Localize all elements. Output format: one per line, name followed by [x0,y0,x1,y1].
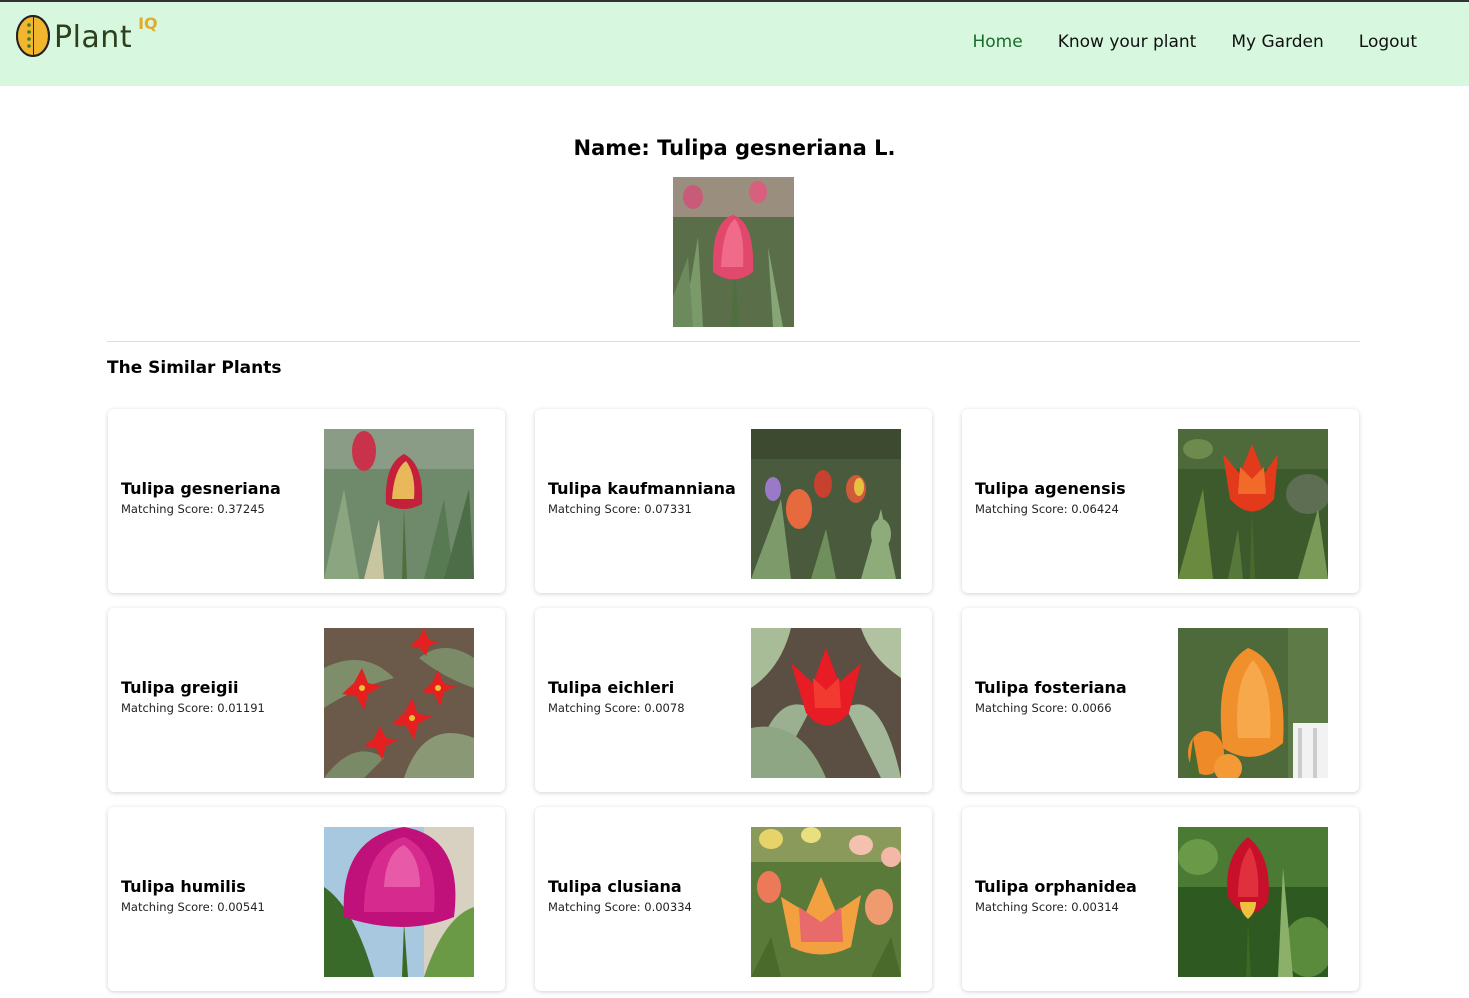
leaf-logo-icon [16,15,50,57]
logo-text: Plant [54,20,133,55]
logo-superscript: IQ [138,14,158,33]
plant-card-name: Tulipa clusiana [548,877,682,896]
nav-my-garden[interactable]: My Garden [1231,32,1323,52]
matching-score: Matching Score: 0.0078 [548,701,685,715]
logo[interactable]: Plant IQ [14,14,158,64]
plant-card-photo [324,628,474,778]
plant-card-photo [751,628,901,778]
plant-card-name: Tulipa gesneriana [121,479,281,498]
plant-name-heading: Name: Tulipa gesneriana L. [573,136,896,160]
nav-know-your-plant[interactable]: Know your plant [1058,32,1197,52]
divider [107,341,1360,342]
plant-card-photo [1178,429,1328,579]
similar-plant-card[interactable]: Tulipa kaufmanniana Matching Score: 0.07… [535,409,932,593]
matching-score: Matching Score: 0.37245 [121,502,265,516]
similar-plant-card[interactable]: Tulipa gesneriana Matching Score: 0.3724… [108,409,505,593]
plant-card-photo [1178,827,1328,977]
plant-card-photo [324,827,474,977]
matching-score: Matching Score: 0.00314 [975,900,1119,914]
plant-card-name: Tulipa humilis [121,877,246,896]
plant-card-name: Tulipa agenensis [975,479,1126,498]
plant-card-name: Tulipa fosteriana [975,678,1127,697]
plant-card-photo [751,827,901,977]
plant-card-name: Tulipa orphanidea [975,877,1137,896]
plant-card-photo [751,429,901,579]
plant-card-name: Tulipa greigii [121,678,239,697]
matching-score: Matching Score: 0.0066 [975,701,1112,715]
plant-card-photo [1178,628,1328,778]
plant-card-photo [324,429,474,579]
matching-score: Matching Score: 0.06424 [975,502,1119,516]
similar-plant-card[interactable]: Tulipa greigii Matching Score: 0.01191 [108,608,505,792]
similar-plant-card[interactable]: Tulipa fosteriana Matching Score: 0.0066 [962,608,1359,792]
similar-plant-card[interactable]: Tulipa eichleri Matching Score: 0.0078 [535,608,932,792]
matching-score: Matching Score: 0.01191 [121,701,265,715]
plant-photo [673,177,794,327]
navbar: Plant IQ Home Know your plant My Garden … [0,2,1469,86]
similar-plant-card[interactable]: Tulipa agenensis Matching Score: 0.06424 [962,409,1359,593]
similar-plant-card[interactable]: Tulipa orphanidea Matching Score: 0.0031… [962,807,1359,991]
plant-card-name: Tulipa kaufmanniana [548,479,736,498]
matching-score: Matching Score: 0.00541 [121,900,265,914]
similar-plants-heading: The Similar Plants [107,358,282,378]
similar-plant-card[interactable]: Tulipa clusiana Matching Score: 0.00334 [535,807,932,991]
nav-logout[interactable]: Logout [1359,32,1417,52]
similar-plant-card[interactable]: Tulipa humilis Matching Score: 0.00541 [108,807,505,991]
nav-menu: Home Know your plant My Garden Logout [938,32,1418,52]
plant-card-name: Tulipa eichleri [548,678,675,697]
matching-score: Matching Score: 0.07331 [548,502,692,516]
matching-score: Matching Score: 0.00334 [548,900,692,914]
nav-home[interactable]: Home [973,32,1023,52]
